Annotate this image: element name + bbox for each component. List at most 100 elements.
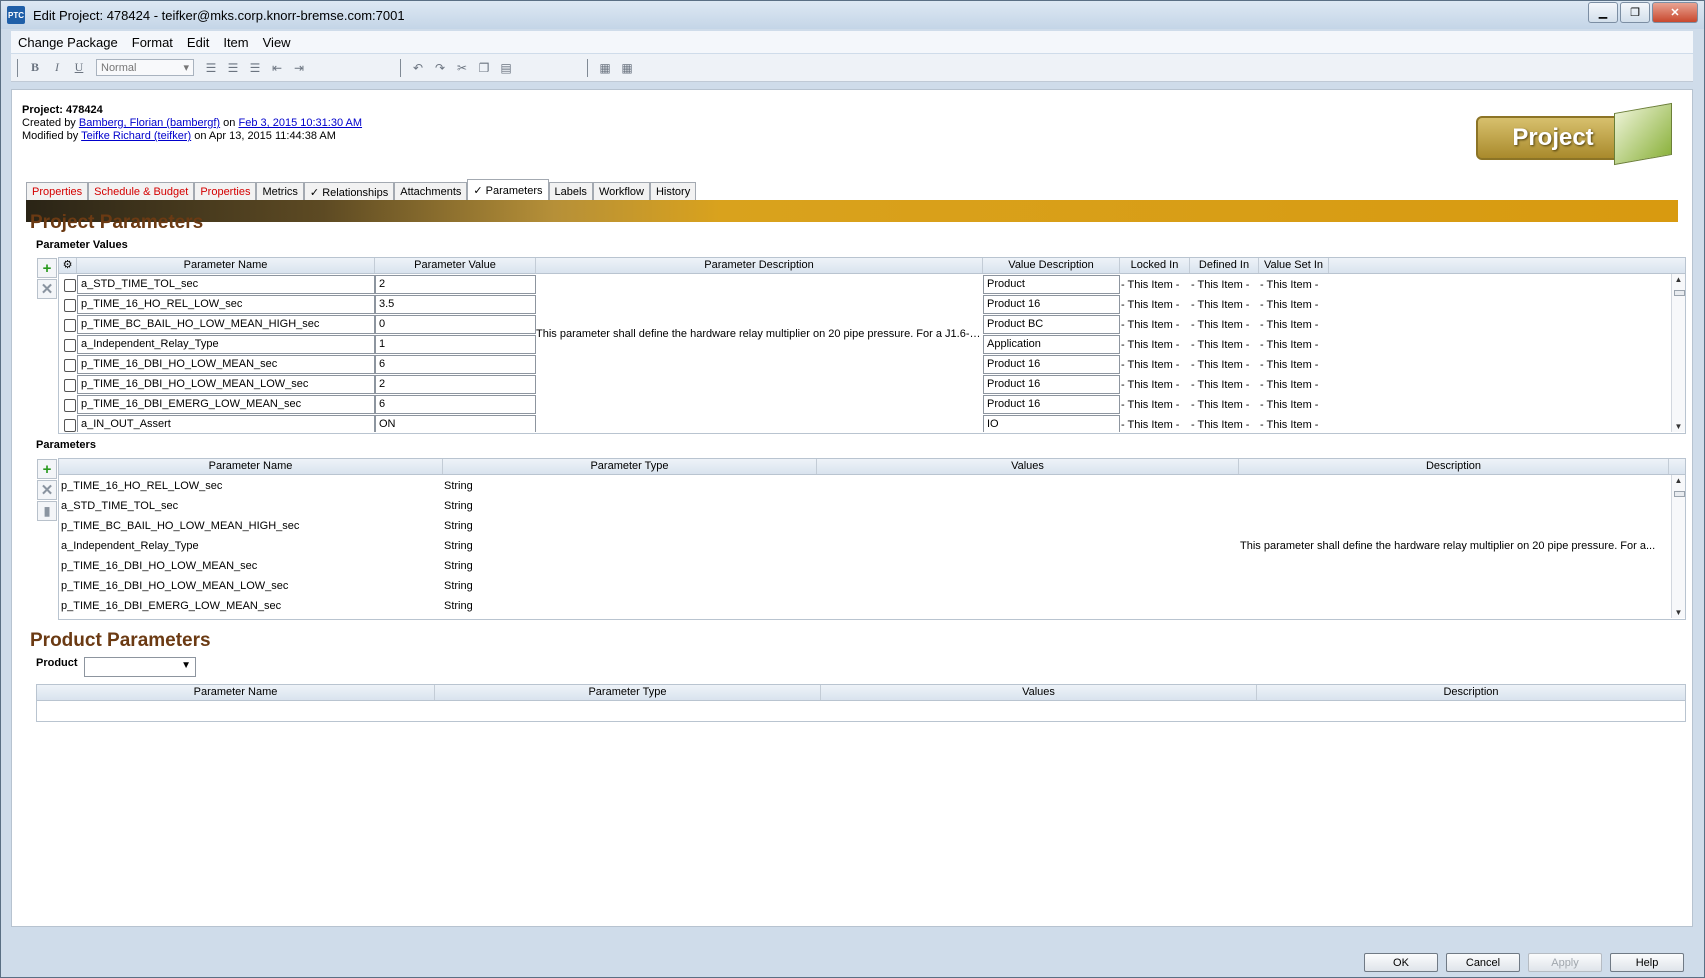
bold-button[interactable]: B	[26, 59, 44, 77]
product-select[interactable]: ▼	[84, 657, 196, 677]
created-by-link[interactable]: Bamberg, Florian (bambergf)	[79, 117, 220, 129]
close-button[interactable]: ✕	[1652, 2, 1698, 23]
tab-workflow[interactable]: Workflow	[592, 182, 650, 201]
ok-button[interactable]: OK	[1364, 953, 1438, 972]
tab-metrics[interactable]: Metrics	[256, 182, 304, 201]
redo-icon[interactable]: ↷	[431, 59, 449, 77]
outdent-icon[interactable]: ⇤	[268, 59, 286, 77]
param-name-cell[interactable]: a_STD_TIME_TOL_sec	[77, 275, 375, 294]
modified-by-link[interactable]: Teifke Richard (teifker)	[81, 130, 191, 142]
table-row[interactable]: a_STD_TIME_TOL_sec 2 Product - This Item…	[59, 275, 1669, 295]
insert-image-icon[interactable]: ▦	[596, 59, 614, 77]
col-parameter-name[interactable]: Parameter Name	[59, 459, 443, 474]
menu-edit[interactable]: Edit	[180, 35, 216, 50]
scroll-up-icon[interactable]: ▲	[1672, 476, 1685, 485]
param-name-cell[interactable]: p_TIME_16_DBI_EMERG_LOW_MEAN_sec	[77, 395, 375, 414]
col-value-set-in[interactable]: Value Set In	[1259, 258, 1329, 273]
cut-icon[interactable]: ✂	[453, 59, 471, 77]
col-description[interactable]: Description	[1239, 459, 1669, 474]
align-left-icon[interactable]: ☰	[202, 59, 220, 77]
table-row[interactable]: p_TIME_16_HO_REL_LOW_sec 3.5 Product 16 …	[59, 295, 1669, 315]
edit-parameter-icon[interactable]: ▮	[37, 501, 57, 521]
table-row[interactable]: p_TIME_16_DBI_HO_LOW_MEAN_sec 6 Product …	[59, 355, 1669, 375]
menu-item[interactable]: Item	[216, 35, 255, 50]
col-parameter-type[interactable]: Parameter Type	[443, 459, 817, 474]
table-row[interactable]: p_TIME_BC_BAIL_HO_LOW_MEAN_HIGH_sec Stri…	[59, 516, 1669, 536]
indent-icon[interactable]: ⇥	[290, 59, 308, 77]
param-value-cell[interactable]: ON	[375, 415, 536, 432]
remove-parameter-value-button[interactable]: ✕	[37, 279, 57, 299]
col-parameter-name[interactable]: Parameter Name	[77, 258, 375, 273]
value-description-cell[interactable]: Application	[983, 335, 1120, 354]
lock-icon[interactable]	[64, 379, 76, 392]
col-locked-in[interactable]: Locked In	[1120, 258, 1190, 273]
value-description-cell[interactable]: Product	[983, 275, 1120, 294]
value-description-cell[interactable]: Product 16	[983, 295, 1120, 314]
param-name-cell[interactable]: a_Independent_Relay_Type	[77, 335, 375, 354]
col-values[interactable]: Values	[821, 685, 1257, 700]
scroll-thumb[interactable]	[1674, 290, 1685, 296]
parameters-scrollbar[interactable]: ▲ ▼	[1671, 475, 1685, 618]
copy-icon[interactable]: ❐	[475, 59, 493, 77]
tab-schedule-budget[interactable]: Schedule & Budget	[88, 182, 195, 201]
col-parameter-value[interactable]: Parameter Value	[375, 258, 536, 273]
param-name-cell[interactable]: p_TIME_16_DBI_HO_LOW_MEAN_sec	[77, 355, 375, 374]
align-right-icon[interactable]: ☰	[246, 59, 264, 77]
value-description-cell[interactable]: IO	[983, 415, 1120, 432]
table-row[interactable]: p_TIME_BC_BAIL_HO_LOW_MEAN_HIGH_sec 0 Pr…	[59, 315, 1669, 335]
col-defined-in[interactable]: Defined In	[1190, 258, 1259, 273]
param-value-cell[interactable]: 1	[375, 335, 536, 354]
menu-format[interactable]: Format	[125, 35, 180, 50]
undo-icon[interactable]: ↶	[409, 59, 427, 77]
lock-icon[interactable]	[64, 279, 76, 292]
settings-icon[interactable]: ⚙	[59, 258, 77, 273]
add-parameter-value-button[interactable]: +	[37, 258, 57, 278]
lock-icon[interactable]	[64, 359, 76, 372]
paragraph-style-select[interactable]: Normal ▾	[96, 59, 194, 76]
add-parameter-button[interactable]: +	[37, 459, 57, 479]
minimize-button[interactable]: ▁	[1588, 2, 1618, 23]
col-parameter-description[interactable]: Parameter Description	[536, 258, 983, 273]
table-row[interactable]: a_Independent_Relay_Type String This par…	[59, 536, 1669, 556]
value-description-cell[interactable]: Product BC	[983, 315, 1120, 334]
table-row[interactable]: p_TIME_16_HO_REL_LOW_sec String	[59, 476, 1669, 496]
paste-icon[interactable]: ▤	[497, 59, 515, 77]
table-row[interactable]: a_Independent_Relay_Type 1 Application -…	[59, 335, 1669, 355]
param-value-cell[interactable]: 6	[375, 355, 536, 374]
table-row[interactable]: a_IN_OUT_Assert ON IO - This Item - - Th…	[59, 415, 1669, 432]
param-value-cell[interactable]: 3.5	[375, 295, 536, 314]
col-parameter-type[interactable]: Parameter Type	[435, 685, 821, 700]
scroll-up-icon[interactable]: ▲	[1672, 275, 1685, 284]
scroll-down-icon[interactable]: ▼	[1672, 422, 1685, 431]
param-name-cell[interactable]: p_TIME_16_DBI_HO_LOW_MEAN_LOW_sec	[77, 375, 375, 394]
lock-icon[interactable]	[64, 339, 76, 352]
lock-icon[interactable]	[64, 419, 76, 432]
insert-table-icon[interactable]: ▦	[618, 59, 636, 77]
scroll-thumb[interactable]	[1674, 491, 1685, 497]
table-row[interactable]: p_TIME_16_DBI_HO_LOW_MEAN_sec String	[59, 556, 1669, 576]
lock-icon[interactable]	[64, 319, 76, 332]
table-row[interactable]: p_TIME_16_DBI_HO_LOW_MEAN_LOW_sec String	[59, 576, 1669, 596]
param-value-cell[interactable]: 6	[375, 395, 536, 414]
parameter-values-scrollbar[interactable]: ▲ ▼	[1671, 274, 1685, 432]
help-button[interactable]: Help	[1610, 953, 1684, 972]
param-value-cell[interactable]: 2	[375, 275, 536, 294]
align-center-icon[interactable]: ☰	[224, 59, 242, 77]
table-row[interactable]: p_TIME_16_DBI_HO_LOW_MEAN_LOW_sec 2 Prod…	[59, 375, 1669, 395]
param-value-cell[interactable]: 0	[375, 315, 536, 334]
tab-attachments[interactable]: Attachments	[394, 182, 468, 201]
value-description-cell[interactable]: Product 16	[983, 355, 1120, 374]
menu-view[interactable]: View	[256, 35, 298, 50]
col-values[interactable]: Values	[817, 459, 1239, 474]
col-description[interactable]: Description	[1257, 685, 1685, 700]
tab-properties-2[interactable]: Properties	[194, 182, 257, 201]
table-row[interactable]: a_STD_TIME_TOL_sec String	[59, 496, 1669, 516]
table-row[interactable]: p_TIME_16_DBI_EMERG_LOW_MEAN_sec String	[59, 596, 1669, 616]
tab-properties[interactable]: Properties	[26, 182, 89, 201]
param-name-cell[interactable]: p_TIME_BC_BAIL_HO_LOW_MEAN_HIGH_sec	[77, 315, 375, 334]
remove-parameter-button[interactable]: ✕	[37, 480, 57, 500]
created-date-link[interactable]: Feb 3, 2015 10:31:30 AM	[238, 117, 362, 129]
lock-icon[interactable]	[64, 299, 76, 312]
tab-parameters[interactable]: ✓ Parameters	[467, 179, 549, 201]
italic-button[interactable]: I	[48, 59, 66, 77]
